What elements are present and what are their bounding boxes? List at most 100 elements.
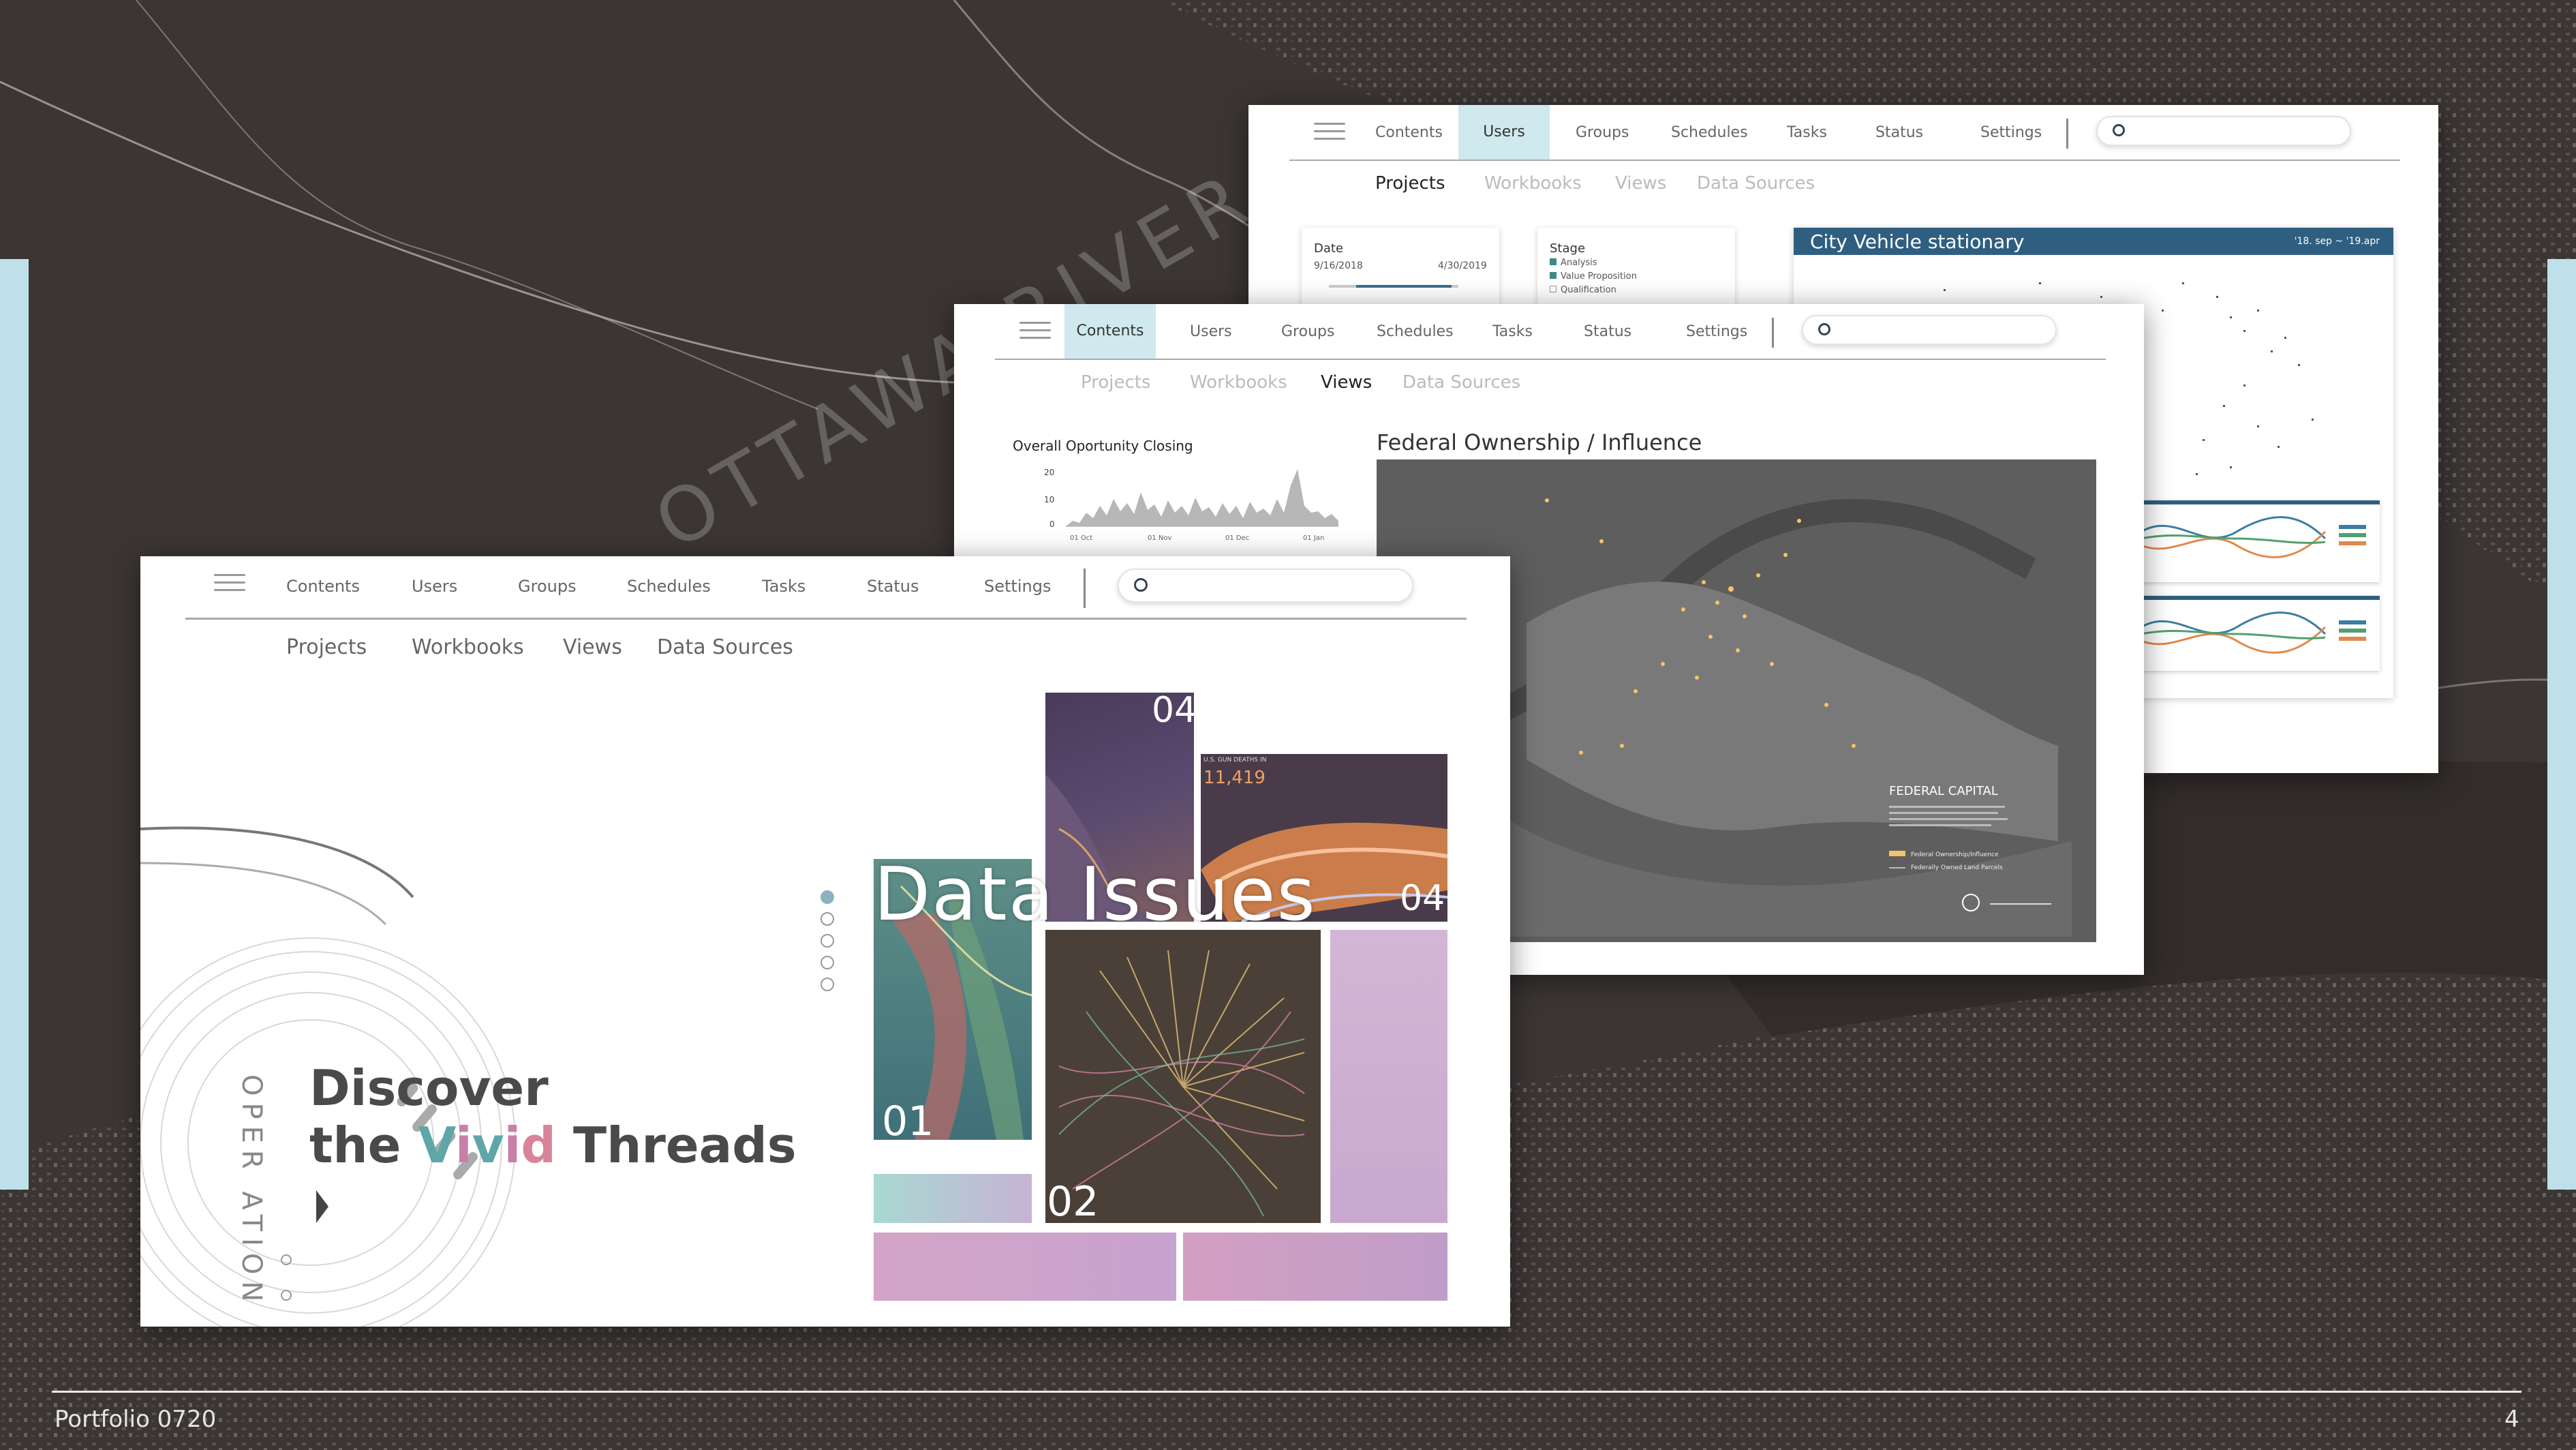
subnav-workbooks[interactable]: Workbooks bbox=[1484, 173, 1582, 194]
mini-chart-xtick: 01 Jan bbox=[1303, 534, 1325, 542]
right-accent-bar bbox=[2547, 259, 2576, 1190]
subnav-views[interactable]: Views bbox=[1321, 372, 1372, 393]
nav-settings[interactable]: Settings bbox=[1686, 323, 1747, 340]
date-range-track[interactable] bbox=[1329, 285, 1458, 288]
map-caption: FEDERAL CAPITAL bbox=[1889, 784, 1998, 798]
nav-groups[interactable]: Groups bbox=[1281, 323, 1334, 340]
trend-lines bbox=[2141, 516, 2366, 558]
subnav-projects[interactable]: Projects bbox=[1081, 372, 1151, 393]
stage-filter-card[interactable]: Stage Analysis Value Proposition Qualifi… bbox=[1537, 228, 1735, 309]
mini-chart-xtick: 01 Nov bbox=[1148, 534, 1172, 542]
date-filter-card[interactable]: Date 9/16/2018 4/30/2019 bbox=[1302, 228, 1499, 309]
trend-card bbox=[2134, 500, 2380, 582]
nav-groups[interactable]: Groups bbox=[1576, 124, 1629, 141]
nav-groups[interactable]: Groups bbox=[518, 577, 577, 596]
menu-icon[interactable] bbox=[1019, 322, 1051, 342]
nav-underline bbox=[185, 618, 1467, 620]
decorative-arcs bbox=[140, 826, 516, 1327]
nav-users[interactable]: Users bbox=[412, 577, 457, 596]
nav-tasks[interactable]: Tasks bbox=[762, 577, 806, 596]
date-range-fill bbox=[1356, 285, 1452, 288]
headline-line1: Discover bbox=[309, 1059, 549, 1117]
pager-dot-active[interactable] bbox=[821, 890, 834, 904]
search-input[interactable] bbox=[2096, 116, 2351, 146]
nav-users[interactable]: Users bbox=[1458, 105, 1550, 160]
subnav-projects[interactable]: Projects bbox=[286, 635, 367, 659]
subnav-data-sources[interactable]: Data Sources bbox=[657, 635, 793, 659]
nav-schedules[interactable]: Schedules bbox=[627, 577, 711, 596]
play-arrow-icon[interactable] bbox=[316, 1190, 328, 1223]
tile-04-label: U.S. GUN DEATHS IN bbox=[1203, 757, 1267, 764]
search-input[interactable] bbox=[1118, 569, 1413, 603]
gradient-block bbox=[874, 1174, 1032, 1223]
headline-line2: the Vivid Threads bbox=[309, 1117, 797, 1174]
pager-dot[interactable] bbox=[821, 934, 834, 948]
stage-option[interactable]: Qualification bbox=[1550, 285, 1616, 295]
nav-schedules[interactable]: Schedules bbox=[1671, 124, 1748, 141]
stage-option[interactable]: Value Proposition bbox=[1550, 271, 1637, 282]
nav-divider bbox=[2066, 119, 2068, 149]
search-icon bbox=[1818, 323, 1830, 335]
tile-number: 04 bbox=[1400, 878, 1445, 919]
panel-header: City Vehicle stationary '18. sep ~ '19.a… bbox=[1794, 228, 2393, 255]
subnav-views[interactable]: Views bbox=[1615, 173, 1666, 194]
mini-chart-xtick: 01 Oct bbox=[1070, 534, 1093, 542]
screen-front: Contents Users Groups Schedules Tasks St… bbox=[140, 556, 1510, 1327]
gradient-block bbox=[874, 1233, 1176, 1301]
search-input[interactable] bbox=[1802, 315, 2057, 345]
footer-divider bbox=[52, 1391, 2521, 1393]
map-description bbox=[1889, 806, 2012, 830]
subnav-views[interactable]: Views bbox=[563, 635, 622, 659]
data-issues-title: Data Issues bbox=[874, 852, 1317, 937]
tile-number: 04 bbox=[1152, 693, 1194, 731]
mini-chart-xtick: 01 Dec bbox=[1225, 534, 1250, 542]
nav-schedules[interactable]: Schedules bbox=[1377, 323, 1454, 340]
map-legend-item: Federal Ownership/Influence bbox=[1889, 851, 1999, 858]
mini-area-chart bbox=[1066, 469, 1338, 527]
nav-contents[interactable]: Contents bbox=[286, 577, 360, 596]
menu-icon[interactable] bbox=[1314, 123, 1345, 143]
menu-icon[interactable] bbox=[214, 574, 245, 594]
page-number: 4 bbox=[2504, 1406, 2519, 1433]
pager-dot[interactable] bbox=[821, 956, 834, 969]
subnav-projects[interactable]: Projects bbox=[1375, 173, 1445, 194]
nav-tasks[interactable]: Tasks bbox=[1787, 124, 1827, 141]
tile-02[interactable]: 02 bbox=[1045, 930, 1321, 1223]
nav-tasks[interactable]: Tasks bbox=[1492, 323, 1533, 340]
left-accent-bar bbox=[0, 259, 29, 1190]
trend-card bbox=[2134, 596, 2380, 671]
date-filter-end: 4/30/2019 bbox=[1438, 260, 1487, 271]
nav-contents[interactable]: Contents bbox=[1064, 304, 1156, 359]
nav-settings[interactable]: Settings bbox=[984, 577, 1051, 596]
subnav-data-sources[interactable]: Data Sources bbox=[1402, 372, 1520, 393]
stage-filter-label: Stage bbox=[1550, 241, 1586, 256]
mini-chart-ytick: 10 bbox=[1044, 495, 1055, 504]
nav-users[interactable]: Users bbox=[1190, 323, 1232, 340]
nav-underline bbox=[995, 359, 2106, 360]
subnav-workbooks[interactable]: Workbooks bbox=[1190, 372, 1287, 393]
nav-status[interactable]: Status bbox=[867, 577, 919, 596]
nav-contents[interactable]: Contents bbox=[1375, 124, 1443, 141]
pager-dot[interactable] bbox=[821, 978, 834, 991]
tile-number: 01 bbox=[882, 1098, 934, 1140]
nav-status[interactable]: Status bbox=[1584, 323, 1631, 340]
footer-title: Portfolio 0720 bbox=[55, 1406, 217, 1433]
gradient-block bbox=[1330, 930, 1447, 1223]
tile-number: 02 bbox=[1047, 1178, 1099, 1223]
nav-divider bbox=[1772, 318, 1774, 348]
panel-title: City Vehicle stationary bbox=[1810, 230, 2025, 253]
pager-dot[interactable] bbox=[821, 912, 834, 926]
map-legend-item: Federally Owned Land Parcels bbox=[1889, 864, 2003, 871]
tile-04-stat: 11,419 bbox=[1203, 768, 1266, 788]
stage-option[interactable]: Analysis bbox=[1550, 258, 1597, 268]
nav-status[interactable]: Status bbox=[1875, 124, 1923, 141]
map-title: Federal Ownership / Influence bbox=[1377, 429, 1702, 455]
subnav-workbooks[interactable]: Workbooks bbox=[412, 635, 524, 659]
mini-chart-ytick: 20 bbox=[1044, 468, 1055, 477]
vertical-operation-label: OPER ATION bbox=[236, 1074, 267, 1309]
nav-settings[interactable]: Settings bbox=[1980, 124, 2042, 141]
nav-underline bbox=[1289, 160, 2400, 161]
subnav-data-sources[interactable]: Data Sources bbox=[1697, 173, 1815, 194]
date-filter-start: 9/16/2018 bbox=[1314, 260, 1363, 271]
search-icon bbox=[1134, 578, 1148, 592]
